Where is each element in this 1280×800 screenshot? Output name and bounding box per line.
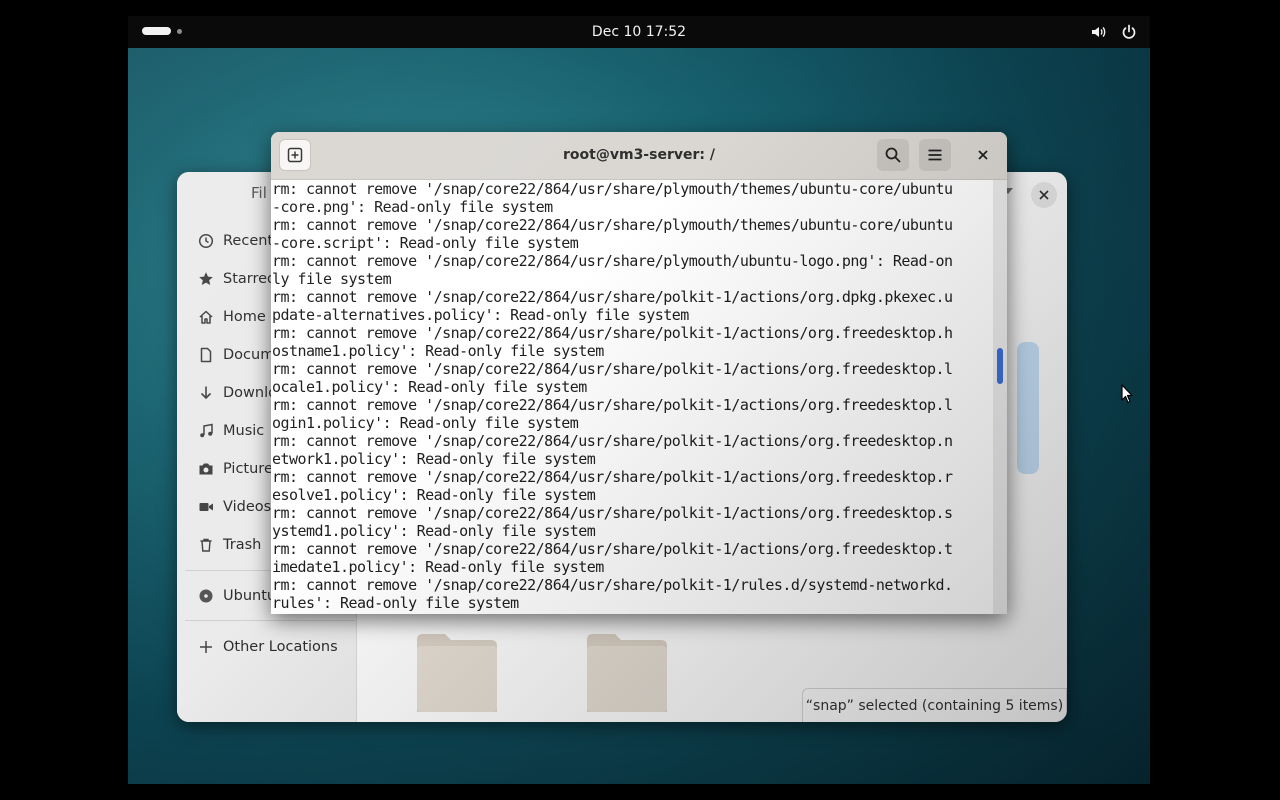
terminal-scrollbar[interactable] [993,180,1007,614]
terminal-headerbar[interactable]: root@vm3-server: / [271,132,1007,180]
selected-folder-highlight[interactable] [1017,342,1039,474]
terminal-line: pdate-alternatives.policy': Read-only fi… [272,306,689,324]
terminal-line: ocale1.policy': Read-only file system [272,378,587,396]
desktop: Dec 10 17:52 Fil Recent Starred Home Doc… [128,16,1150,784]
terminal-line: rules': Read-only file system [272,594,519,612]
terminal-line: ystemd1.policy': Read-only file system [272,522,596,540]
terminal-line: rm: cannot remove '/snap/core22/864/usr/… [272,468,953,486]
terminal-window[interactable]: root@vm3-server: / rm: cannot remove '/s… [271,132,1007,614]
menu-button[interactable] [919,139,951,171]
terminal-line: rm: cannot remove '/snap/core22/864/usr/… [272,540,953,558]
sidebar-item-label: Trash [223,537,262,553]
star-icon [197,270,215,288]
document-icon [197,346,215,364]
terminal-line: -core.script': Read-only file system [272,234,579,252]
home-icon [197,308,215,326]
sidebar-separator [185,620,355,621]
top-bar: Dec 10 17:52 [128,16,1150,48]
terminal-line: -core.png': Read-only file system [272,198,553,216]
files-title: Fil [251,184,267,202]
sidebar-item-label: Videos [223,499,272,515]
selection-status: “snap” selected (containing 5 items) [802,688,1067,722]
terminal-line: rm: cannot remove '/snap/core22/864/usr/… [272,360,953,378]
terminal-close-button[interactable] [967,139,999,171]
terminal-line: rm: cannot remove '/snap/core22/864/usr/… [272,576,953,594]
terminal-line: ostname1.policy': Read-only file system [272,342,604,360]
sidebar-item-label: Recent [223,233,274,249]
terminal-line: rm: cannot remove '/snap/core22/864/usr/… [272,324,953,342]
sidebar-item-other-locations[interactable]: Other Locations [185,630,355,664]
terminal-line: rm: cannot remove '/snap/core22/864/usr/… [272,216,953,234]
clock[interactable]: Dec 10 17:52 [592,24,686,40]
hamburger-menu-icon [928,149,942,161]
music-icon [197,422,215,440]
clock-icon [197,232,215,250]
files-close-button[interactable] [1031,182,1057,208]
terminal-line: imedate1.policy': Read-only file system [272,558,604,576]
plus-icon [197,638,215,656]
power-icon[interactable] [1120,23,1138,41]
terminal-line: ly file system [272,270,392,288]
terminal-line: ogin1.policy': Read-only file system [272,414,579,432]
folder-icon[interactable] [587,632,667,712]
terminal-line: rm: cannot remove '/snap/core22/864/usr/… [272,432,953,450]
mouse-cursor-icon [1121,384,1133,404]
folder-icon[interactable] [417,632,497,712]
terminal-line: rm: cannot remove '/snap/core22/864/usr/… [272,288,953,306]
disc-icon [197,587,215,605]
terminal-line: rm: cannot remove '/snap/core22/864/usr/… [272,252,953,270]
sidebar-item-label: Home [223,309,266,325]
search-icon [885,147,901,163]
scrollbar-thumb[interactable] [997,348,1003,384]
sidebar-item-label: Other Locations [223,639,338,655]
video-icon [197,498,215,516]
search-button[interactable] [877,139,909,171]
sidebar-item-label: Music [223,423,265,439]
camera-icon [197,460,215,478]
terminal-output[interactable]: rm: cannot remove '/snap/core22/864/usr/… [271,180,993,612]
terminal-line: rm: cannot remove '/snap/core22/864/usr/… [272,396,953,414]
terminal-output-area[interactable]: rm: cannot remove '/snap/core22/864/usr/… [271,180,993,614]
terminal-line: rm: cannot remove '/snap/core22/864/usr/… [272,180,953,198]
sidebar-item-label: Starred [223,271,277,287]
download-icon [197,384,215,402]
close-icon [978,150,988,160]
clock-container: Dec 10 17:52 [128,16,1150,48]
trash-icon [197,536,215,554]
terminal-line: rm: cannot remove '/snap/core22/864/usr/… [272,504,953,522]
terminal-line: etwork1.policy': Read-only file system [272,450,596,468]
system-tray[interactable] [1090,23,1138,41]
terminal-line: esolve1.policy': Read-only file system [272,486,596,504]
close-icon [1039,190,1049,200]
sidebar-item-label: Downlo [223,385,277,401]
volume-icon[interactable] [1090,23,1108,41]
